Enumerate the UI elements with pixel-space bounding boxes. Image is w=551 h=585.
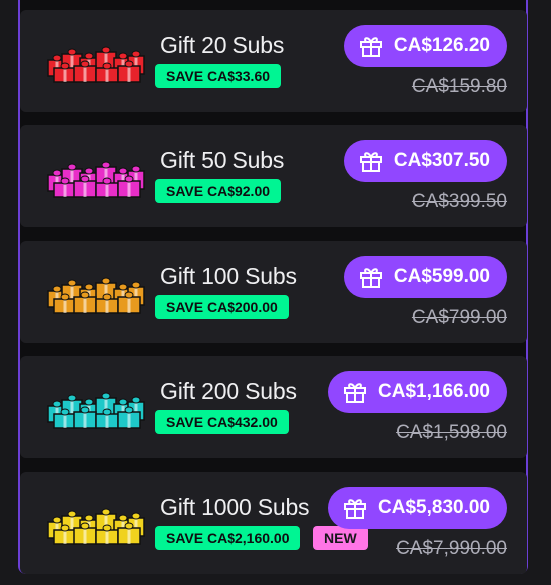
save-badge: SAVE CA$200.00 bbox=[155, 295, 289, 319]
offer-title: Gift 200 Subs bbox=[160, 378, 297, 404]
buy-price: CA$5,830.00 bbox=[378, 497, 490, 518]
gift-icon bbox=[359, 152, 382, 172]
offer-title: Gift 100 Subs bbox=[160, 263, 297, 289]
original-price: CA$799.00 bbox=[411, 307, 507, 328]
buy-button[interactable]: CA$599.00 bbox=[343, 256, 507, 298]
buy-button[interactable]: CA$307.50 bbox=[343, 140, 507, 182]
original-price: CA$399.50 bbox=[411, 191, 507, 212]
original-price: CA$1,598.00 bbox=[396, 422, 507, 443]
gift-stack-icon bbox=[47, 46, 145, 83]
offer-title: Gift 20 Subs bbox=[160, 32, 285, 58]
save-badge: SAVE CA$432.00 bbox=[155, 410, 289, 434]
buy-button[interactable]: CA$1,166.00 bbox=[328, 371, 507, 413]
save-badge: SAVE CA$2,160.00 bbox=[155, 526, 301, 550]
buy-button[interactable]: CA$5,830.00 bbox=[328, 487, 507, 529]
offer-card-3: Gift 200 Subs SAVE CA$432.00 CA$1,166.00… bbox=[20, 356, 527, 458]
gift-icon bbox=[359, 268, 382, 288]
offer-card-4: Gift 1000 Subs SAVE CA$2,160.00 NEW CA$5… bbox=[20, 472, 527, 574]
save-badge: SAVE CA$92.00 bbox=[155, 179, 282, 203]
original-price: CA$159.80 bbox=[411, 76, 507, 97]
offer-title: Gift 1000 Subs bbox=[160, 494, 310, 520]
buy-price: CA$1,166.00 bbox=[378, 381, 490, 402]
gift-stack-icon bbox=[47, 161, 145, 198]
gift-stack-icon bbox=[47, 392, 145, 429]
buy-button[interactable]: CA$126.20 bbox=[343, 25, 507, 67]
offer-card-0: Gift 20 Subs SAVE CA$33.60 CA$126.20 CA$… bbox=[20, 10, 527, 112]
buy-price: CA$126.20 bbox=[393, 35, 490, 56]
original-price: CA$7,990.00 bbox=[396, 538, 507, 559]
buy-price: CA$599.00 bbox=[393, 266, 490, 287]
gift-stack-icon bbox=[47, 508, 145, 545]
offer-title: Gift 50 Subs bbox=[160, 147, 285, 173]
save-badge: SAVE CA$33.60 bbox=[155, 64, 282, 88]
gift-icon bbox=[344, 499, 367, 519]
buy-price: CA$307.50 bbox=[393, 150, 490, 171]
new-badge: NEW bbox=[313, 526, 368, 550]
gift-icon bbox=[344, 383, 367, 403]
gift-stack-icon bbox=[47, 277, 145, 314]
gift-icon bbox=[359, 37, 382, 57]
offer-card-2: Gift 100 Subs SAVE CA$200.00 CA$599.00 C… bbox=[20, 241, 527, 343]
offer-card-1: Gift 50 Subs SAVE CA$92.00 CA$307.50 CA$… bbox=[20, 125, 527, 227]
